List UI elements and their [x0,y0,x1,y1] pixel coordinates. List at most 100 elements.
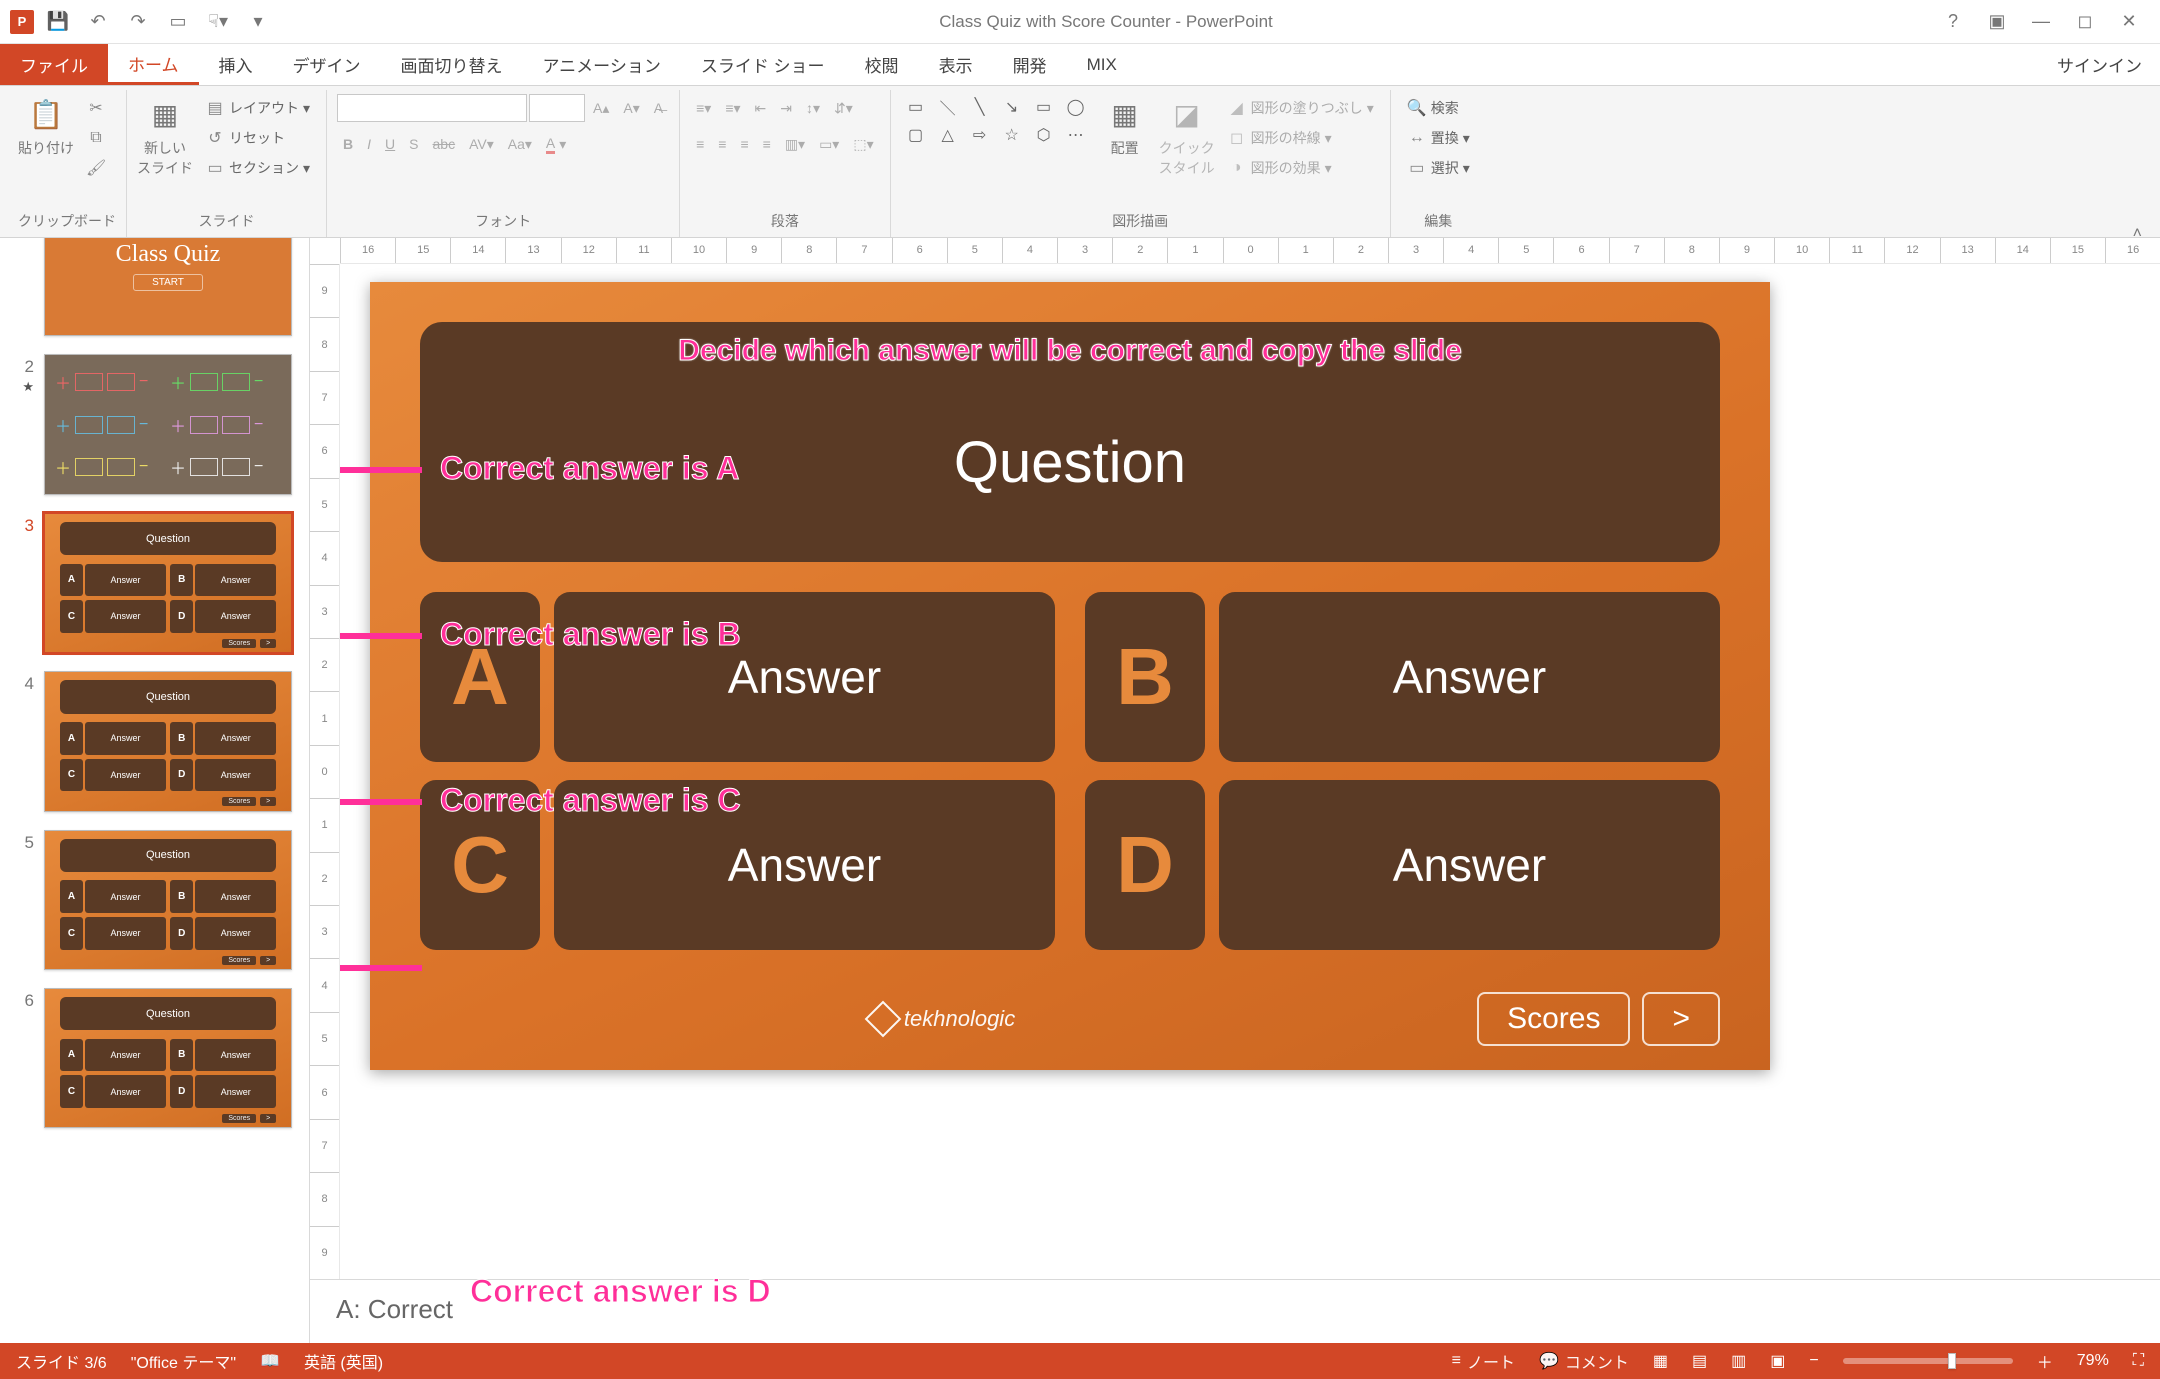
vertical-ruler[interactable]: 9876543210123456789 [310,264,340,1279]
find-button[interactable]: 🔍検索 [1401,94,1476,122]
tab-design[interactable]: デザイン [273,44,381,85]
bold-button[interactable]: B [337,130,359,158]
line-spacing-button[interactable]: ↕▾ [800,94,826,122]
thumbnail-5[interactable]: 5 Question AAnswer BAnswer CAnswer DAnsw… [16,830,301,970]
slideshow-view-icon[interactable]: ▣ [1770,1351,1785,1371]
copy-button[interactable]: ⧉ [80,124,112,152]
font-family-combo[interactable] [337,94,527,122]
underline-button[interactable]: U [379,130,401,158]
slide[interactable]: Question Decide which answer will be cor… [370,282,1770,1070]
cut-button[interactable]: ✂ [80,94,112,122]
align-text-button[interactable]: ▭▾ [813,130,845,158]
bullets-button[interactable]: ≡▾ [690,94,717,122]
tab-file[interactable]: ファイル [0,44,108,85]
quick-styles-icon: ◪ [1173,94,1199,134]
columns-button[interactable]: ▥▾ [779,130,811,158]
sorter-view-icon[interactable]: ▤ [1692,1351,1707,1371]
qat-customize-icon[interactable]: ▾ [242,6,274,38]
spellcheck-icon[interactable]: 📖 [260,1351,280,1371]
answer-c[interactable]: CAnswer [420,780,1055,950]
help-icon[interactable]: ? [1938,11,1968,32]
italic-button[interactable]: I [361,130,377,158]
smartart-button[interactable]: ⬚▾ [847,130,879,158]
maximize-icon[interactable]: ◻ [2070,11,2100,32]
canvas[interactable]: Question Decide which answer will be cor… [340,264,2160,1279]
new-slide-button[interactable]: ▦ 新しい スライド [137,94,193,178]
slide-indicator[interactable]: スライド 3/6 [16,1349,107,1373]
notes-toggle[interactable]: ≡ノート [1452,1349,1515,1373]
thumbnail-2[interactable]: 2★ ＋− ＋− ＋− ＋− ＋− ＋− [16,354,301,494]
tab-developer[interactable]: 開発 [993,44,1067,85]
thumbnail-6[interactable]: 6 Question AAnswer BAnswer CAnswer DAnsw… [16,988,301,1128]
align-center-button[interactable]: ≡ [712,130,732,158]
section-button[interactable]: ▭セクション ▾ [199,154,316,182]
shape-outline-button[interactable]: ◻図形の枠線 ▾ [1221,124,1380,152]
next-button[interactable]: > [1642,992,1720,1046]
char-spacing-button[interactable]: AV▾ [463,130,500,158]
touch-mode-icon[interactable]: ☟▾ [202,6,234,38]
ribbon-display-icon[interactable]: ▣ [1982,11,2012,32]
select-button[interactable]: ▭選択 ▾ [1401,154,1476,182]
decrease-font-button[interactable]: A▾ [617,94,645,122]
fit-to-window-icon[interactable]: ⛶ [2133,1352,2144,1370]
numbering-button[interactable]: ≡▾ [719,94,746,122]
zoom-thumb[interactable] [1948,1353,1956,1369]
reset-button[interactable]: ↺リセット [199,124,316,152]
comments-toggle[interactable]: 💬コメント [1539,1349,1629,1373]
arrange-button[interactable]: ▦配置 [1097,94,1153,158]
answer-a[interactable]: AAnswer [420,592,1055,762]
normal-view-icon[interactable]: ▦ [1653,1351,1668,1371]
tab-transitions[interactable]: 画面切り替え [381,44,523,85]
zoom-slider[interactable] [1843,1358,2013,1364]
slide-thumbnail-panel[interactable]: Class QuizSTART 2★ ＋− ＋− ＋− ＋− ＋− ＋− 3 Q… [0,238,310,1343]
horizontal-ruler[interactable]: 1615141312111098765432101234567891011121… [340,238,2160,264]
increase-indent-button[interactable]: ⇥ [774,94,798,122]
thumbnail-3[interactable]: 3 Question AAnswer BAnswer CAnswer DAnsw… [16,513,301,653]
save-icon[interactable]: 💾 [42,6,74,38]
scores-button[interactable]: Scores [1477,992,1630,1046]
replace-button[interactable]: ↔置換 ▾ [1401,124,1476,152]
align-left-button[interactable]: ≡ [690,130,710,158]
tab-animations[interactable]: アニメーション [523,44,681,85]
redo-icon[interactable]: ↷ [122,6,154,38]
answer-b[interactable]: BAnswer [1085,592,1720,762]
justify-button[interactable]: ≡ [757,130,777,158]
shadow-button[interactable]: S [403,130,424,158]
clear-formatting-button[interactable]: A̶ [648,94,669,122]
language-indicator[interactable]: 英語 (英国) [304,1349,383,1373]
shape-effects-button[interactable]: ◑図形の効果 ▾ [1221,154,1380,182]
paste-button[interactable]: 📋 貼り付け [18,94,74,158]
change-case-button[interactable]: Aa▾ [502,130,538,158]
undo-icon[interactable]: ↶ [82,6,114,38]
quick-styles-button[interactable]: ◪クイック スタイル [1159,94,1215,178]
zoom-out-icon[interactable]: − [1809,1352,1818,1370]
format-painter-button[interactable]: 🖌 [80,154,112,182]
answer-d[interactable]: DAnswer [1085,780,1720,950]
tab-insert[interactable]: 挿入 [199,44,273,85]
notes-pane[interactable]: A: Correct [310,1279,2160,1343]
minimize-icon[interactable]: — [2026,11,2056,32]
start-from-beginning-icon[interactable]: ▭ [162,6,194,38]
increase-font-button[interactable]: A▴ [587,94,615,122]
zoom-level[interactable]: 79% [2077,1352,2109,1370]
tab-home[interactable]: ホーム [108,44,199,85]
strikethrough-button[interactable]: abc [427,130,462,158]
align-right-button[interactable]: ≡ [734,130,754,158]
tab-slideshow[interactable]: スライド ショー [681,44,845,85]
font-color-button[interactable]: A▾ [540,130,572,158]
tab-mix[interactable]: MIX [1067,44,1137,85]
tab-view[interactable]: 表示 [919,44,993,85]
layout-button[interactable]: ▤レイアウト ▾ [199,94,316,122]
font-size-combo[interactable] [529,94,585,122]
tab-review[interactable]: 校閲 [845,44,919,85]
close-icon[interactable]: ✕ [2114,11,2144,32]
reading-view-icon[interactable]: ▥ [1731,1351,1746,1371]
shape-fill-button[interactable]: ◢図形の塗りつぶし ▾ [1221,94,1380,122]
zoom-in-icon[interactable]: ＋ [2037,1349,2053,1373]
thumbnail-4[interactable]: 4 Question AAnswer BAnswer CAnswer DAnsw… [16,671,301,811]
thumbnail-1[interactable]: Class QuizSTART [16,238,301,336]
sign-in-link[interactable]: サインイン [2039,44,2160,85]
shapes-gallery[interactable]: ▭＼╲↘▭◯ ▢△⇨☆⬡⋯ [901,94,1091,148]
text-direction-button[interactable]: ⇵▾ [828,94,859,122]
decrease-indent-button[interactable]: ⇤ [749,94,773,122]
